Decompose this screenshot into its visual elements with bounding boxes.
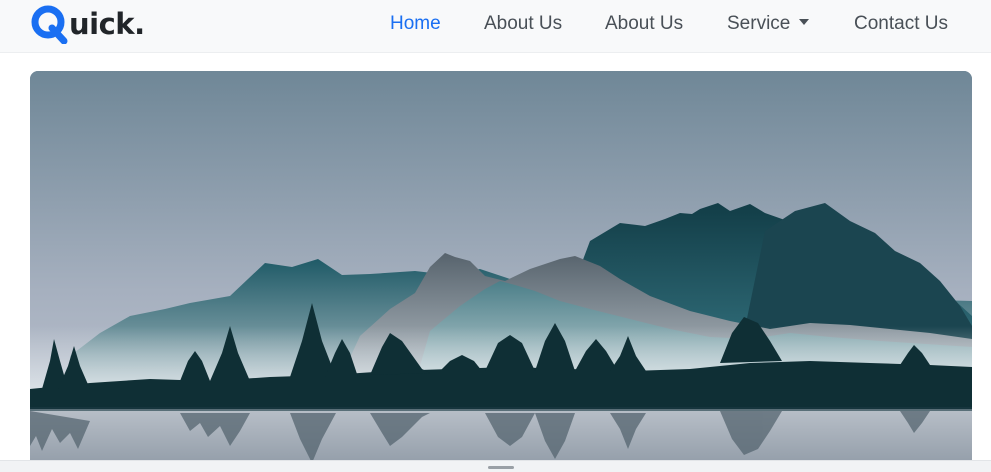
brand-logo[interactable]: uick. [30,4,145,44]
nav-about-us-link[interactable]: About Us [484,13,562,35]
caret-down-icon [799,19,810,26]
hero-banner-image [30,71,972,472]
nav-home-link[interactable]: Home [390,13,441,35]
nav-service-dropdown[interactable]: Service [727,13,810,35]
navbar: uick. Home About Us About Us Service Con… [0,0,991,53]
brand-name: uick. [69,7,145,41]
nav-contact-us-link[interactable]: Contact Us [854,13,948,35]
scroll-handle[interactable] [488,466,514,469]
q-logo-icon [31,5,68,44]
mountain-landscape-illustration [30,71,972,472]
nav-about-us-link-2[interactable]: About Us [605,13,683,35]
nav-service-label: Service [727,13,791,34]
